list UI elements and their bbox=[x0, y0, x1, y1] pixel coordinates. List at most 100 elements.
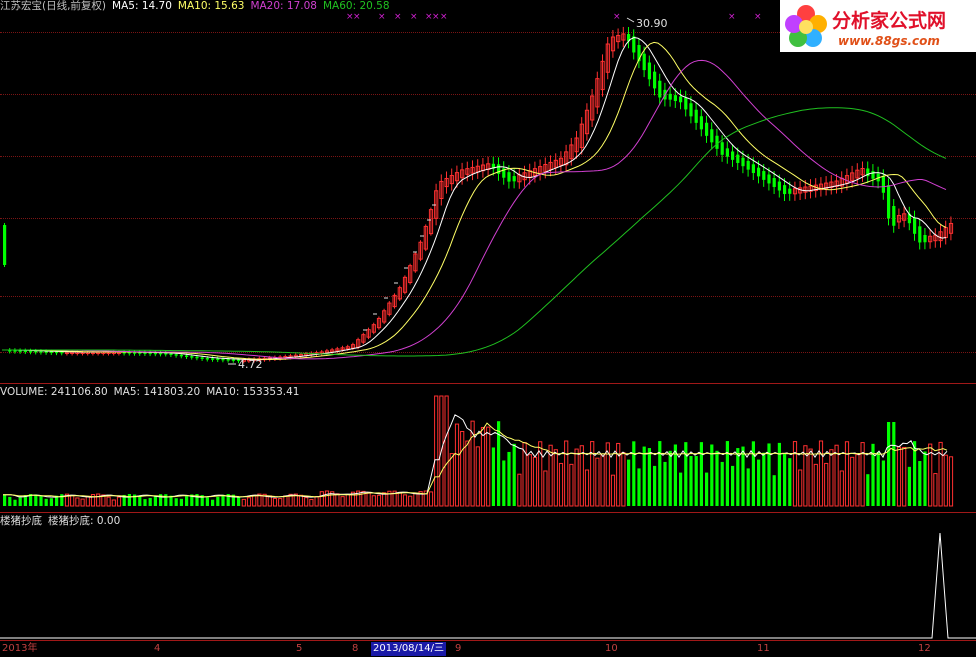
volume-bar-up bbox=[896, 446, 902, 507]
volume-bar-up bbox=[106, 496, 111, 507]
volume-bar-down bbox=[216, 496, 220, 506]
ma5-line bbox=[2, 36, 947, 361]
volume-bar-up bbox=[543, 470, 548, 507]
candle-down bbox=[226, 359, 230, 361]
volume-bar-down bbox=[741, 446, 745, 506]
volume-bar-down bbox=[772, 475, 776, 506]
volume-bar-down bbox=[632, 441, 636, 506]
volume-bar-down bbox=[185, 496, 189, 506]
date-label-10: 10 bbox=[605, 643, 618, 654]
volume-bar-down bbox=[18, 497, 22, 506]
volume-bar-up bbox=[444, 395, 449, 507]
candle-down bbox=[39, 351, 43, 353]
signal-marker-icon: × bbox=[754, 12, 762, 22]
volume-bar-down bbox=[746, 468, 750, 506]
candle-down bbox=[512, 176, 516, 182]
signal-marker-icon: × bbox=[394, 12, 402, 22]
date-axis: 2013年 4 5 8 2013/08/14/三 9 10 11 12 bbox=[0, 640, 976, 657]
volume-bar-up bbox=[246, 497, 252, 507]
volume-bar-up bbox=[434, 395, 439, 507]
indicator-line bbox=[0, 532, 976, 639]
candle-down bbox=[913, 217, 917, 234]
volume-bar-down bbox=[918, 461, 922, 506]
volume-bar-down bbox=[736, 448, 740, 506]
volume-bar-up bbox=[616, 442, 621, 507]
logo-url: www.88gs.com bbox=[838, 34, 940, 48]
volume-bar-up bbox=[116, 496, 122, 507]
candle-down bbox=[777, 181, 781, 191]
volume-bar-down bbox=[705, 472, 709, 506]
volume-bar-down bbox=[725, 441, 729, 506]
volume-bar-up bbox=[345, 493, 350, 507]
candle-down bbox=[179, 354, 183, 357]
volume-bar-up bbox=[844, 441, 850, 507]
candle-down bbox=[736, 154, 740, 163]
volume-bar-up bbox=[621, 452, 626, 507]
candle-down bbox=[881, 176, 885, 193]
volume-bar-up bbox=[449, 453, 454, 507]
ma20-line bbox=[2, 59, 947, 360]
volume-bar-down bbox=[211, 499, 215, 506]
volume-bar-up bbox=[569, 463, 574, 507]
candle-down bbox=[673, 95, 677, 101]
volume-chart[interactable] bbox=[0, 384, 976, 512]
candle-down bbox=[731, 151, 735, 160]
volume-bar-up bbox=[75, 497, 80, 507]
volume-bar-up bbox=[933, 473, 938, 507]
indicator-chart[interactable] bbox=[0, 513, 976, 640]
candle-down bbox=[746, 160, 750, 170]
volume-bar-up bbox=[943, 454, 948, 507]
volume-bar-up bbox=[408, 495, 413, 507]
volume-bar-up bbox=[324, 490, 330, 507]
volume-bar-down bbox=[887, 422, 891, 506]
price-panel[interactable]: 江苏宏宝(日线,前复权) MA5: 14.70 MA10: 15.63 MA20: 1… bbox=[0, 0, 976, 383]
candle-down bbox=[705, 122, 709, 136]
candle-down bbox=[221, 358, 225, 361]
volume-panel[interactable]: VOLUME: 241106.80 MA5: 141803.20 MA10: 153… bbox=[0, 384, 976, 512]
signal-marker-icon: × bbox=[353, 12, 361, 22]
volume-bar-up bbox=[314, 496, 319, 507]
volume-bar-down bbox=[127, 494, 131, 506]
candle-down bbox=[892, 206, 896, 226]
volume-bar-up bbox=[532, 456, 538, 507]
volume-bar-up bbox=[558, 462, 564, 507]
volume-bar-down bbox=[647, 448, 651, 506]
volume-bar-down bbox=[679, 472, 683, 506]
volume-bar-down bbox=[34, 494, 38, 506]
volume-bar-up bbox=[80, 498, 85, 507]
volume-bar-down bbox=[502, 460, 506, 506]
volume-bar-up bbox=[527, 454, 532, 507]
candle-down bbox=[715, 135, 719, 149]
candle-down bbox=[195, 356, 199, 359]
candle-down bbox=[658, 80, 662, 98]
candle-down bbox=[762, 171, 766, 180]
candle-down bbox=[507, 172, 511, 182]
candle-down bbox=[49, 351, 53, 353]
volume-bar-up bbox=[283, 495, 288, 507]
volume-bar-up bbox=[413, 492, 418, 507]
site-logo[interactable]: 分析家公式网 www.88gs.com bbox=[780, 0, 976, 52]
volume-bar-down bbox=[788, 458, 792, 506]
date-label-9: 9 bbox=[455, 643, 462, 654]
date-label-4: 4 bbox=[154, 643, 161, 654]
volume-bar-down bbox=[783, 453, 787, 506]
volume-bar-up bbox=[309, 498, 314, 507]
volume-bar-up bbox=[298, 494, 304, 507]
volume-bar-up bbox=[70, 495, 75, 507]
volume-bar-down bbox=[658, 441, 662, 506]
volume-bar-up bbox=[272, 497, 278, 507]
candle-down bbox=[647, 62, 651, 80]
volume-bar-down bbox=[205, 497, 209, 506]
candle-down bbox=[720, 142, 724, 155]
indicator-panel[interactable]: 楼猪抄底 楼猪抄底: 0.00 bbox=[0, 513, 976, 640]
candle-down bbox=[60, 351, 64, 354]
volume-bar-up bbox=[454, 423, 460, 507]
volume-bar-down bbox=[777, 442, 781, 506]
flower-logo-icon bbox=[785, 5, 827, 47]
volume-bar-down bbox=[731, 465, 735, 506]
candle-down bbox=[169, 353, 173, 356]
price-chart[interactable]: ××××××××××××× bbox=[0, 0, 976, 383]
candle-down bbox=[3, 225, 7, 265]
candles bbox=[3, 26, 954, 364]
volume-bar-down bbox=[715, 450, 719, 506]
